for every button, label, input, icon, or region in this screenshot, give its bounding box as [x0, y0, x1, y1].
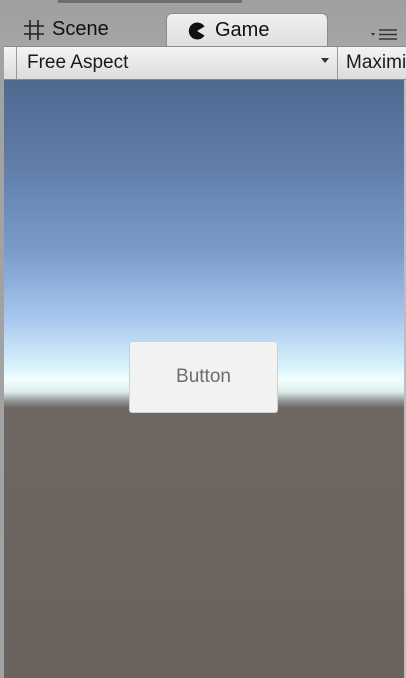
tab-scene-label: Scene [52, 18, 109, 40]
maximize-on-play-label: Maximize On Play [346, 52, 406, 73]
game-window: Scene Game Free Aspect Maximi Button [0, 0, 406, 678]
tab-strip-divider [58, 0, 242, 3]
aspect-ratio-label: Free Aspect [27, 52, 129, 73]
game-toolbar: Free Aspect Maximize On Play [4, 46, 406, 80]
tab-scene[interactable]: Scene [14, 13, 164, 46]
pacman-icon [185, 19, 209, 43]
dropdown-arrow-icon [321, 58, 329, 63]
ui-button[interactable]: Button [129, 341, 278, 413]
tab-game[interactable]: Game [166, 13, 328, 47]
grid-icon [22, 18, 46, 42]
tab-strip: Scene Game [0, 0, 406, 47]
maximize-on-play-toggle[interactable]: Maximize On Play [346, 47, 406, 79]
aspect-ratio-dropdown[interactable]: Free Aspect [16, 47, 338, 79]
tab-game-label: Game [215, 19, 270, 41]
game-viewport[interactable]: Button [4, 80, 404, 678]
tab-options-menu-icon[interactable] [370, 26, 398, 42]
ui-button-label: Button [176, 366, 231, 387]
